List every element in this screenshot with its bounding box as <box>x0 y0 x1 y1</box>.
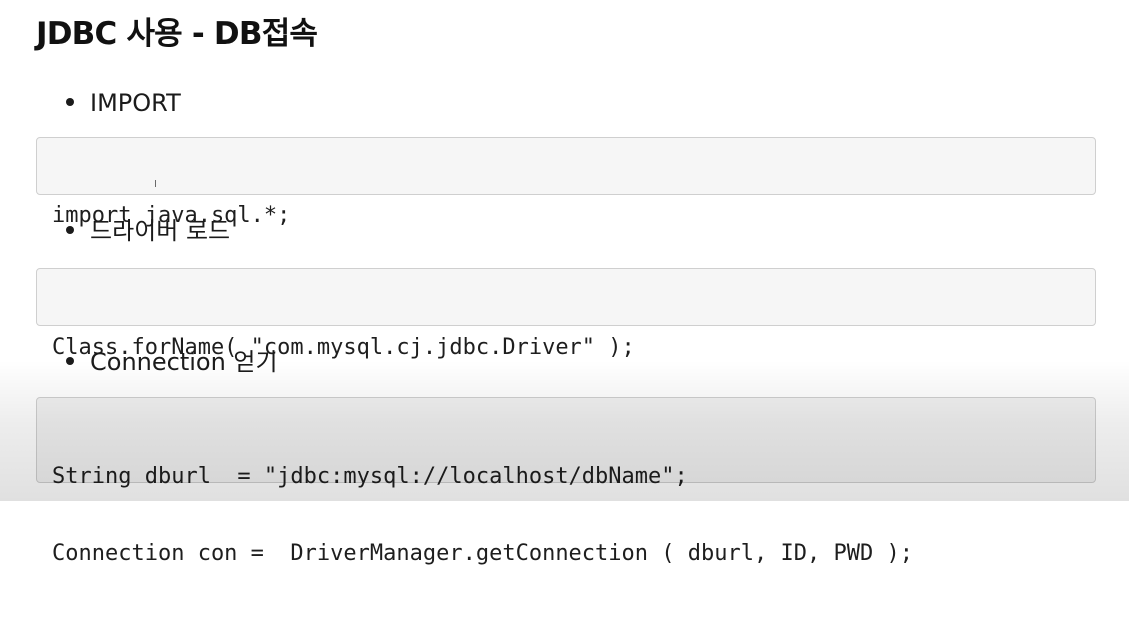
bullet-item-import: IMPORT <box>66 86 181 120</box>
bullet-dot-icon <box>66 98 74 106</box>
slide-page: JDBC 사용 - DB접속 IMPORT import java.sql.*;… <box>0 0 1129 566</box>
code-line: String dburl = "jdbc:mysql://localhost/d… <box>52 464 688 489</box>
code-block-connection[interactable]: String dburl = "jdbc:mysql://localhost/d… <box>36 397 1096 566</box>
bullet-dot-icon <box>66 357 74 365</box>
code-line: Connection con = DriverManager.getConnec… <box>52 541 913 566</box>
bullet-label: IMPORT <box>90 89 181 117</box>
bullet-item-connection: Connection 얻기 <box>66 345 278 379</box>
bullet-dot-icon <box>66 226 74 234</box>
text-cursor-icon: I <box>154 179 157 190</box>
bullet-label: 드라이버 로드 <box>90 217 231 245</box>
code-block-import[interactable]: import java.sql.*; <box>36 137 1096 228</box>
page-title: JDBC 사용 - DB접속 <box>36 16 318 52</box>
bullet-item-driver-load: 드라이버 로드 <box>66 214 230 248</box>
bullet-label: Connection 얻기 <box>90 348 278 376</box>
code-block-driver-load[interactable]: Class.forName( "com.mysql.cj.jdbc.Driver… <box>36 268 1096 360</box>
